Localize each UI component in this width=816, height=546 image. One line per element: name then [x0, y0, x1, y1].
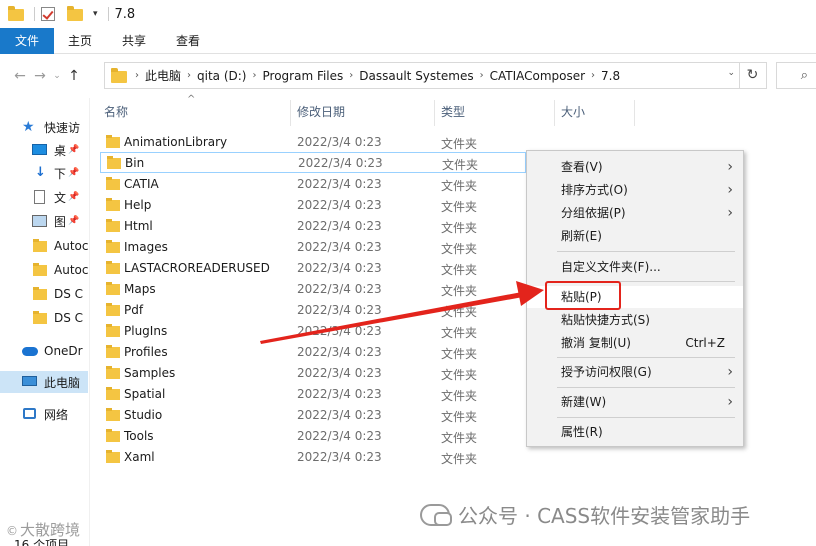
annotation-arrow: [260, 281, 544, 344]
watermark-wechat: 公众号 · CASS软件安装管家助手: [420, 500, 750, 529]
status-item-count: 16 个项目: [14, 538, 70, 546]
arrow-shaft: [260, 292, 523, 344]
wechat-logo-icon: [420, 503, 452, 526]
arrow-head: [516, 281, 544, 306]
watermark-text: 公众号 · CASS软件安装管家助手: [458, 504, 751, 528]
